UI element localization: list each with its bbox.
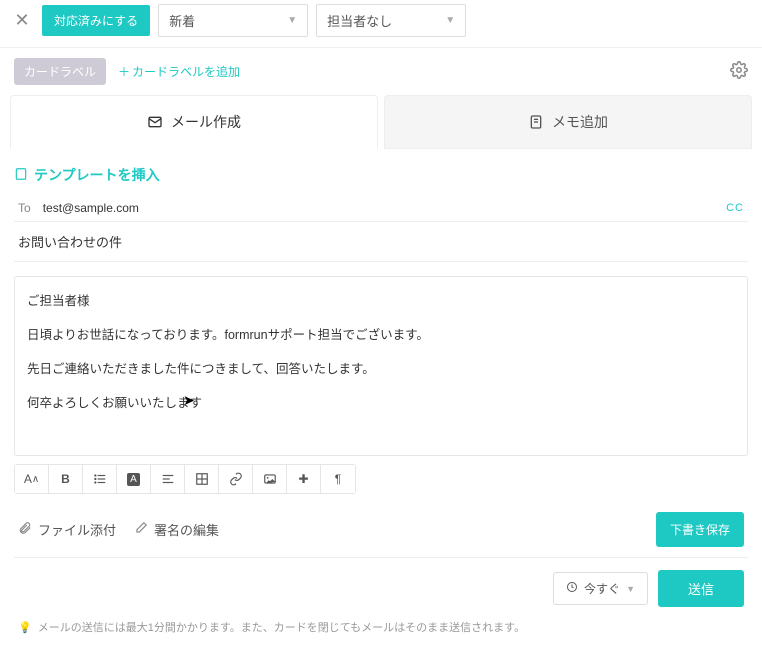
- clock-icon: [566, 581, 578, 596]
- body-line: ご担当者様: [27, 291, 735, 311]
- tab-compose-mail[interactable]: メール作成: [10, 95, 378, 149]
- insert-template-label: テンプレートを挿入: [34, 165, 160, 185]
- add-card-label-button[interactable]: ＋ カードラベルを追加: [118, 63, 240, 80]
- template-icon: [14, 167, 28, 184]
- link-button[interactable]: [219, 465, 253, 493]
- gear-icon[interactable]: [730, 61, 748, 82]
- cc-button[interactable]: CC: [726, 202, 744, 214]
- plus-icon: ＋: [118, 63, 130, 80]
- table-button[interactable]: [185, 465, 219, 493]
- tab-add-memo[interactable]: メモ追加: [384, 95, 752, 149]
- note-icon: [528, 114, 544, 130]
- body-line: 先日ご連絡いただきました件につきまして、回答いたします。: [27, 359, 735, 379]
- edit-signature-label: 署名の編集: [154, 520, 219, 539]
- email-body-editor[interactable]: ご担当者様 日頃よりお世話になっております。formrunサポート担当でございま…: [14, 276, 748, 456]
- add-label-text: カードラベルを追加: [132, 63, 240, 80]
- font-size-button[interactable]: A∧: [15, 465, 49, 493]
- mark-done-button[interactable]: 対応済みにする: [42, 5, 150, 36]
- editor-toolbar: A∧ B A ✚ ¶: [14, 464, 356, 494]
- save-draft-button[interactable]: 下書き保存: [656, 512, 744, 547]
- edit-signature-button[interactable]: 署名の編集: [134, 520, 219, 539]
- tab-memo-label: メモ追加: [552, 112, 608, 132]
- insert-template-button[interactable]: テンプレートを挿入: [14, 159, 160, 195]
- tab-compose-label: メール作成: [171, 112, 241, 132]
- plus-tool-button[interactable]: ✚: [287, 465, 321, 493]
- schedule-select[interactable]: 今すぐ ▼: [553, 572, 648, 605]
- assignee-value: 担当者なし: [327, 11, 392, 30]
- status-select[interactable]: 新着 ▼: [158, 4, 308, 37]
- lightbulb-icon: 💡: [18, 621, 32, 634]
- bold-button[interactable]: B: [49, 465, 83, 493]
- close-icon[interactable]: ✕: [10, 10, 34, 31]
- image-button[interactable]: [253, 465, 287, 493]
- caret-down-icon: ▼: [287, 15, 297, 26]
- to-value[interactable]: test@sample.com: [43, 201, 139, 215]
- footnote-text: メールの送信には最大1分間かかります。また、カードを閉じてもメールはそのまま送信…: [38, 619, 525, 635]
- to-label: To: [18, 201, 31, 215]
- assignee-select[interactable]: 担当者なし ▼: [316, 4, 466, 37]
- subject-input[interactable]: お問い合わせの件: [14, 222, 748, 262]
- paperclip-icon: [18, 521, 32, 538]
- schedule-label: 今すぐ: [584, 580, 620, 597]
- send-button[interactable]: 送信: [658, 570, 744, 607]
- paragraph-button[interactable]: ¶: [321, 465, 355, 493]
- color-button[interactable]: A: [117, 465, 151, 493]
- pencil-icon: [134, 521, 148, 538]
- caret-down-icon: ▼: [445, 15, 455, 26]
- attach-file-button[interactable]: ファイル添付: [18, 520, 116, 539]
- align-button[interactable]: [151, 465, 185, 493]
- status-value: 新着: [169, 11, 195, 30]
- list-button[interactable]: [83, 465, 117, 493]
- body-line: 何卒よろしくお願いいたします: [27, 393, 735, 413]
- card-label-pill[interactable]: カードラベル: [14, 58, 106, 85]
- caret-down-icon: ▼: [626, 584, 635, 594]
- attach-file-label: ファイル添付: [38, 520, 116, 539]
- body-line: 日頃よりお世話になっております。formrunサポート担当でございます。: [27, 325, 735, 345]
- mail-icon: [147, 114, 163, 130]
